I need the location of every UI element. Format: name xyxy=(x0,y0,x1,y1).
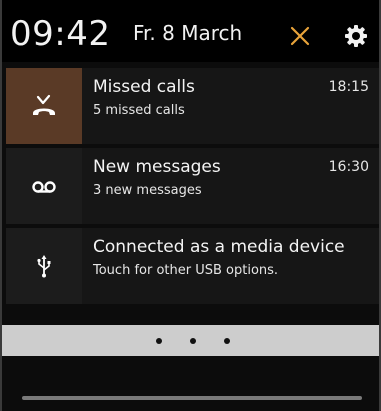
notification-new-messages[interactable]: New messages 3 new messages 16:30 xyxy=(6,148,379,224)
notification-icon-box xyxy=(6,228,82,304)
notification-icon-box xyxy=(6,68,82,144)
page-dot[interactable] xyxy=(155,337,162,344)
notification-shade: 09:42 Fr. 8 March Missed calls 5 missed … xyxy=(0,0,381,411)
notification-usb[interactable]: Connected as a media device Touch for ot… xyxy=(6,228,379,304)
notification-icon-box xyxy=(6,148,82,224)
missed-call-icon xyxy=(33,94,55,115)
drag-handle[interactable] xyxy=(22,396,362,400)
page-dot[interactable] xyxy=(223,337,230,344)
page-indicator xyxy=(2,325,379,356)
notification-time: 18:15 xyxy=(328,79,369,95)
clock: 09:42 xyxy=(10,14,111,54)
notification-missed-calls[interactable]: Missed calls 5 missed calls 18:15 xyxy=(6,68,379,144)
gear-icon xyxy=(345,25,367,47)
close-button[interactable] xyxy=(286,22,314,50)
voicemail-icon xyxy=(32,181,56,193)
notification-time: 16:30 xyxy=(328,159,369,175)
close-icon xyxy=(290,26,310,46)
page-indicator-band xyxy=(2,325,379,356)
page-dot[interactable] xyxy=(189,337,196,344)
date: Fr. 8 March xyxy=(133,21,243,45)
status-bar: 09:42 Fr. 8 March xyxy=(2,0,379,62)
notification-title: Missed calls xyxy=(93,77,195,97)
usb-icon xyxy=(37,255,51,278)
notification-subtitle: 3 new messages xyxy=(93,183,202,198)
notification-subtitle: Touch for other USB options. xyxy=(93,263,279,278)
settings-button[interactable] xyxy=(342,22,370,50)
notification-subtitle: 5 missed calls xyxy=(93,103,185,118)
notification-title: New messages xyxy=(93,157,221,177)
notification-title: Connected as a media device xyxy=(93,237,345,257)
